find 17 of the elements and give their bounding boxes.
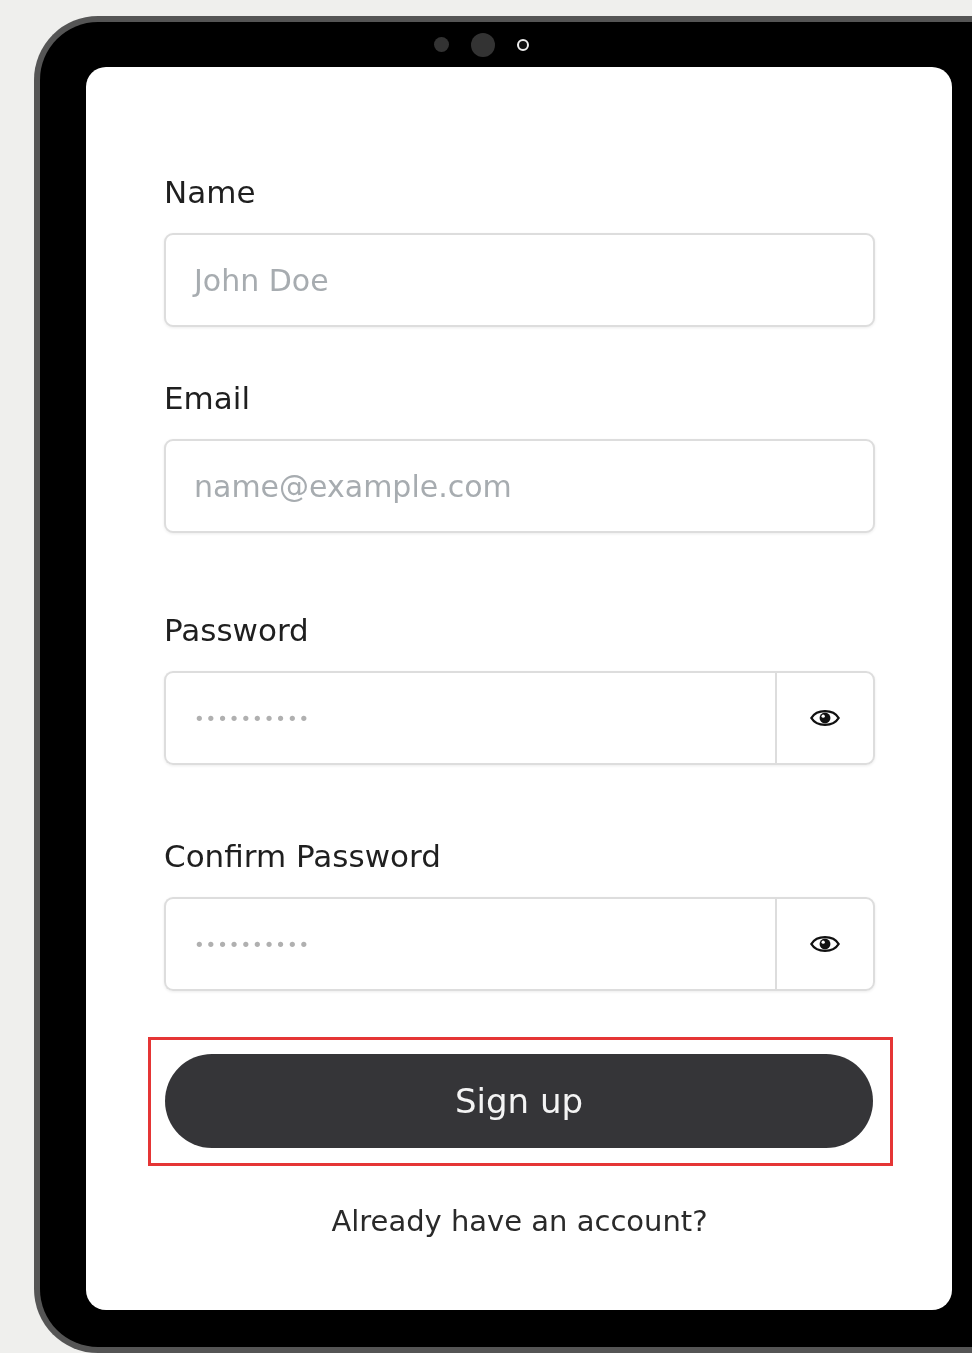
field-label: Name — [164, 173, 257, 211]
login-link[interactable]: Already have an account? — [331, 1204, 708, 1238]
eye-icon — [810, 934, 840, 954]
password-field[interactable]: •••••••••• — [164, 671, 775, 765]
field-label: Confirm Password — [164, 837, 442, 875]
input-field[interactable]: John Doe — [164, 233, 875, 327]
eye-icon — [810, 708, 840, 728]
input-field[interactable]: name@example.com — [164, 439, 875, 533]
light-sensor-icon — [516, 38, 529, 51]
sign-up-button[interactable]: Sign up — [165, 1054, 873, 1148]
password-field[interactable]: •••••••••• — [164, 897, 775, 991]
field-label: Password — [164, 611, 310, 649]
show-password-button[interactable] — [775, 897, 875, 991]
camera-icon — [470, 32, 495, 57]
sensor-icon — [433, 37, 449, 52]
show-password-button[interactable] — [775, 671, 875, 765]
field-label: Email — [164, 379, 251, 417]
